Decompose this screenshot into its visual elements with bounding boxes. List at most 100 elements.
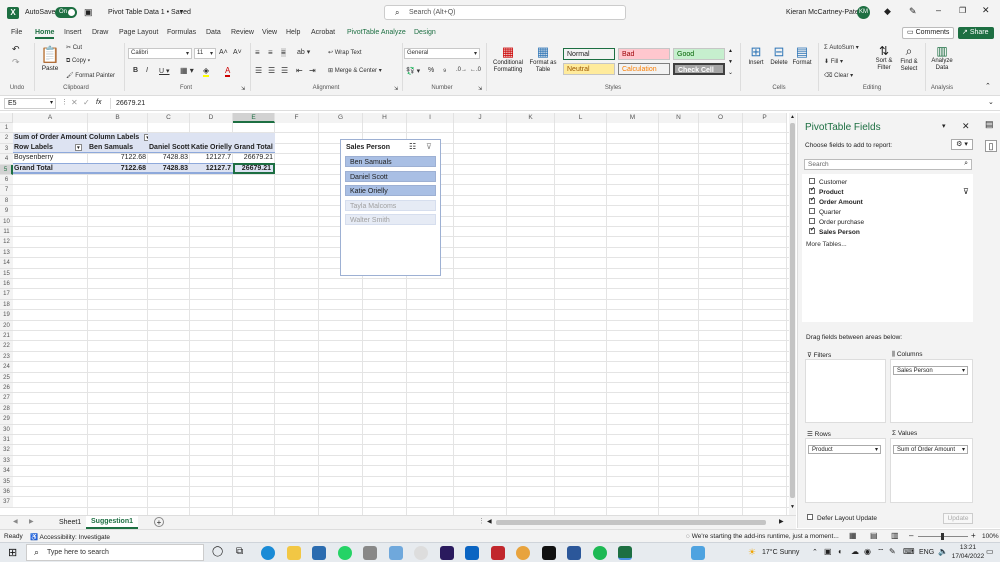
formula-input[interactable]: 26679.21	[110, 98, 986, 109]
column-header[interactable]: C	[148, 113, 190, 123]
tab-view[interactable]: View	[262, 29, 277, 36]
notification-icon[interactable]: ▭	[986, 547, 994, 556]
field-item-sales-person[interactable]: Sales Person	[809, 226, 860, 237]
pivot-grand-total-label[interactable]: Grand Total	[13, 163, 88, 174]
style-normal[interactable]: Normal	[563, 48, 615, 60]
tab-data[interactable]: Data	[206, 29, 221, 36]
number-format-select[interactable]: General ▾	[404, 48, 480, 59]
field-item-order-purchase[interactable]: Order purchase	[809, 218, 864, 227]
row-header[interactable]: 24	[0, 362, 13, 373]
sheet-icon[interactable]: ▯	[985, 140, 997, 152]
merge-center-button[interactable]: ⊞ Merge & Center ▾	[328, 67, 382, 74]
redo-icon[interactable]: ↷	[12, 57, 20, 68]
close-icon[interactable]: ✕	[982, 5, 990, 16]
slicer-item[interactable]: Walter Smith	[345, 214, 436, 225]
field-checkbox[interactable]	[809, 218, 815, 225]
clear-filter-icon[interactable]: ⊽	[426, 142, 432, 151]
column-header[interactable]: P	[743, 113, 787, 123]
save-icon[interactable]: ▣	[84, 7, 93, 18]
orientation-icon[interactable]: ab ▾	[297, 48, 310, 56]
row-header[interactable]: 33	[0, 455, 13, 467]
insert-cells-button[interactable]: ⊞ Insert	[745, 44, 767, 66]
align-middle-icon[interactable]: ≡	[268, 48, 273, 57]
dialog-launcher-icon[interactable]: ⇲	[394, 86, 398, 92]
borders-icon[interactable]: ▦ ▾	[180, 66, 194, 75]
insert-function-icon[interactable]: fx	[96, 99, 101, 106]
select-all-corner[interactable]	[0, 113, 13, 123]
restore-icon[interactable]: ❐	[959, 6, 966, 15]
field-checkbox[interactable]	[809, 208, 815, 215]
sheet-tab-active[interactable]: Suggestion1	[86, 516, 139, 529]
tab-insert[interactable]: Insert	[64, 29, 82, 36]
field-search-input[interactable]: Search ⌕	[804, 159, 972, 170]
word-icon[interactable]	[567, 546, 581, 560]
vertical-scrollbar[interactable]: ▲ ▼	[789, 113, 796, 515]
style-bad[interactable]: Bad	[618, 48, 670, 60]
autosave-toggle[interactable]: On	[55, 7, 77, 18]
app-icon[interactable]	[414, 546, 428, 560]
avatar[interactable]: KM	[857, 6, 870, 19]
row-header[interactable]: 29	[0, 414, 13, 425]
tools-gear-button[interactable]: ⚙ ▾	[951, 139, 973, 150]
pen-icon[interactable]: ✎	[909, 6, 917, 17]
style-calculation[interactable]: Calculation	[618, 63, 670, 75]
search-box[interactable]: ⌕ Search (Alt+Q)	[384, 5, 626, 20]
pivot-column-labels[interactable]: Column Labels ▾	[88, 133, 148, 143]
fill-button[interactable]: ⬇ Fill ▾	[824, 58, 843, 65]
row-header[interactable]: 37	[0, 497, 13, 508]
scroll-right-icon[interactable]: ▶	[779, 518, 784, 525]
row-header[interactable]: 28	[0, 403, 13, 415]
field-item-order-amount[interactable]: Order Amount	[809, 196, 863, 207]
column-header[interactable]: D	[190, 113, 233, 123]
netflix-icon[interactable]	[542, 546, 556, 560]
chevron-down-icon[interactable]: ▾	[942, 122, 946, 130]
premiere-rush-icon[interactable]	[440, 546, 454, 560]
find-select-button[interactable]: ⌕ Find & Select	[897, 44, 921, 73]
row-header[interactable]: 25	[0, 372, 13, 383]
increase-decimal-icon[interactable]: .0→	[456, 67, 467, 73]
field-checkbox[interactable]	[809, 186, 815, 195]
file-explorer-icon[interactable]	[287, 546, 301, 560]
worksheet-grid[interactable]: ABCDEFGHIJKLMNOP 1 2 3 4 5 6 7 8 9 10 11 12 13 14 15 16…	[0, 113, 796, 515]
tab-acrobat[interactable]: Acrobat	[311, 29, 335, 36]
align-center-icon[interactable]: ☰	[268, 66, 275, 75]
column-header[interactable]: K	[507, 113, 555, 123]
increase-font-icon[interactable]: A˄	[219, 49, 228, 56]
pivot-grand-total-value[interactable]: 7122.68	[88, 163, 148, 174]
row-header[interactable]: 11	[0, 227, 13, 238]
slicer-item[interactable]: Tayla Malcoms	[345, 200, 436, 211]
row-header[interactable]: 21	[0, 331, 13, 342]
tab-pivottable-analyze[interactable]: PivotTable Analyze	[347, 29, 406, 36]
slicer-item[interactable]: Daniel Scott	[345, 171, 436, 182]
row-header[interactable]: 31	[0, 435, 13, 446]
row-header[interactable]: 8	[0, 195, 13, 207]
cortana-icon[interactable]: ◯	[212, 546, 223, 557]
row-header[interactable]: 23	[0, 351, 13, 363]
app-icon[interactable]	[389, 546, 403, 560]
zoom-slider-thumb[interactable]	[941, 533, 944, 540]
pivot-value[interactable]: 7428.83	[148, 153, 190, 163]
row-header[interactable]: 17	[0, 289, 13, 300]
filter-icon[interactable]: ▾	[74, 144, 82, 151]
dialog-launcher-icon[interactable]: ⇲	[478, 86, 482, 92]
wifi-icon[interactable]: ⌔	[877, 547, 885, 557]
row-header[interactable]: 4	[0, 154, 13, 165]
speaker-icon[interactable]: 🔈	[938, 547, 948, 556]
slicer-item[interactable]: Ben Samuals	[345, 156, 436, 167]
row-header[interactable]: 16	[0, 279, 13, 290]
align-right-icon[interactable]: ☰	[281, 66, 288, 75]
next-sheet-icon[interactable]: ▶	[29, 518, 34, 525]
column-header[interactable]: G	[319, 113, 363, 123]
more-tables-link[interactable]: More Tables...	[806, 241, 847, 248]
row-header[interactable]: 19	[0, 310, 13, 321]
accessibility-status[interactable]: ♿ Accessibility: Investigate	[30, 533, 110, 541]
collapse-ribbon-icon[interactable]: ⌃	[985, 82, 991, 90]
column-header[interactable]: A	[13, 113, 88, 123]
pivot-value[interactable]: 7122.68	[88, 153, 148, 163]
page-layout-view-icon[interactable]: ▤	[870, 531, 878, 540]
row-header[interactable]: 5	[0, 164, 13, 175]
language-indicator[interactable]: ENG	[919, 549, 934, 556]
column-header[interactable]: J	[454, 113, 507, 123]
field-checkbox[interactable]	[809, 196, 815, 205]
wrap-text-button[interactable]: ↩ Wrap Text	[328, 49, 362, 56]
